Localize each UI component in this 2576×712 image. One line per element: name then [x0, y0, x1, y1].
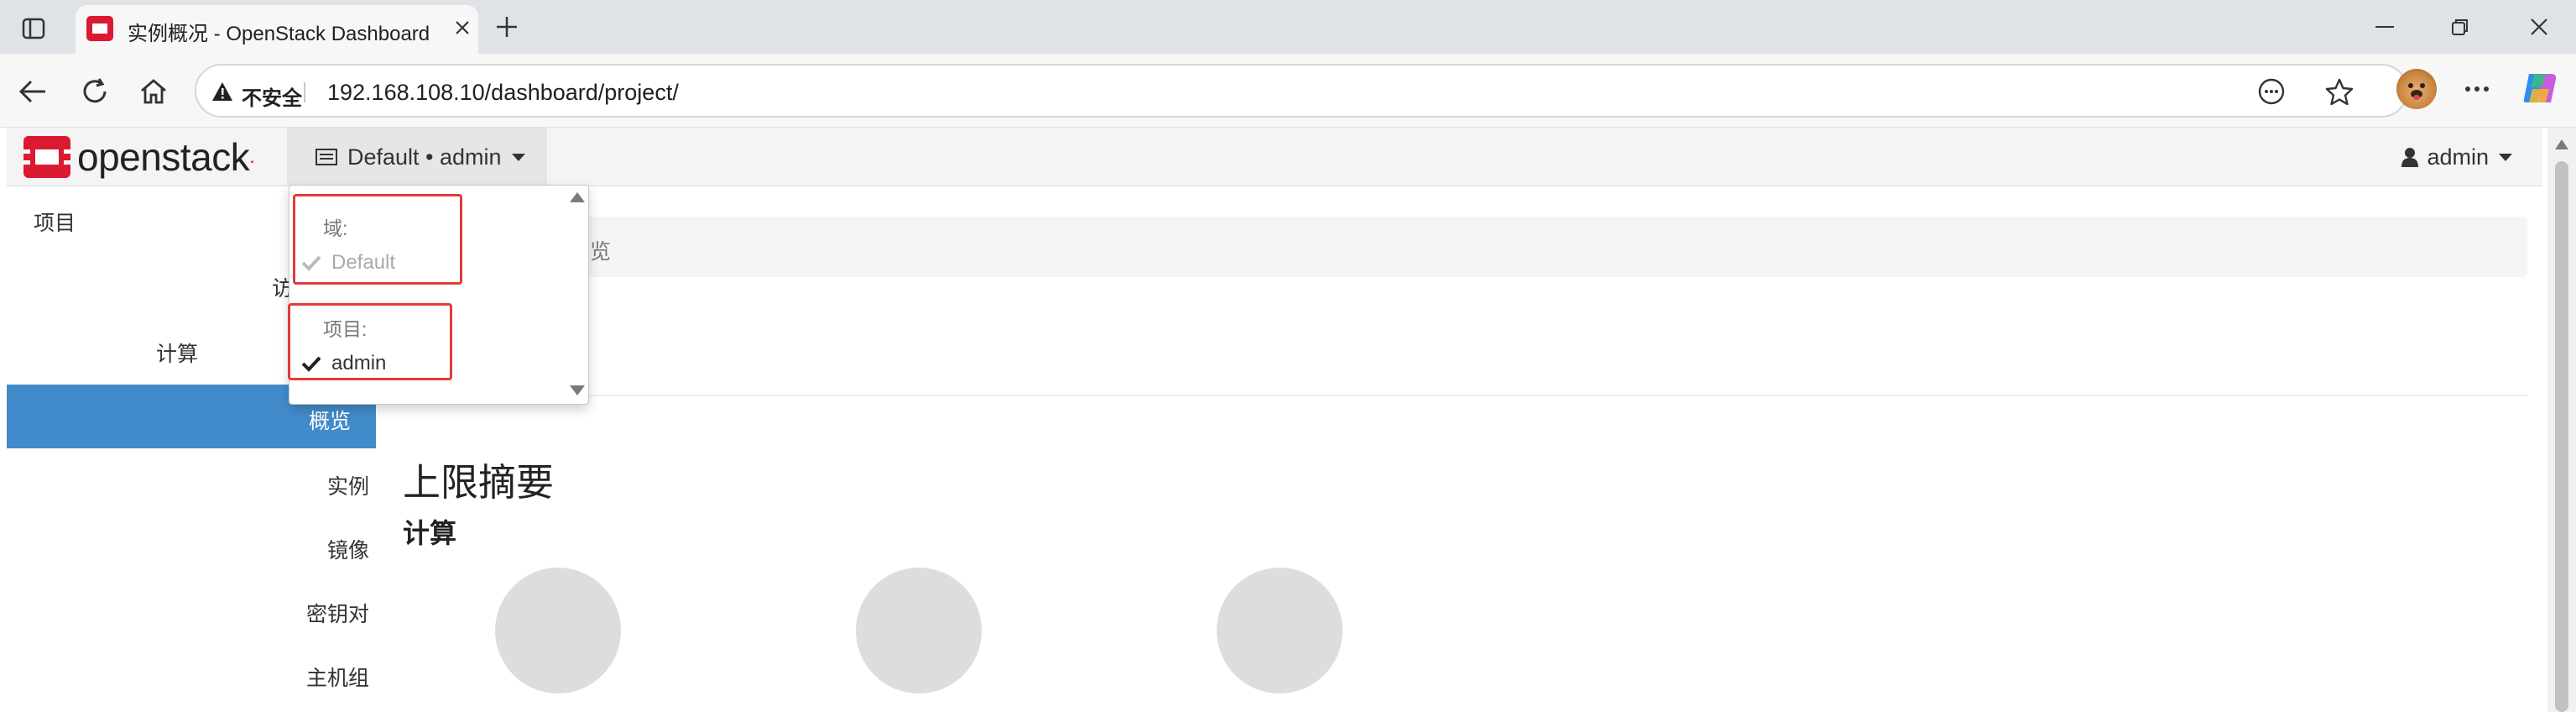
openstack-page: openstack. Default • admin admin 项目 访 计算… [7, 128, 2542, 712]
highlight-box-project [288, 303, 452, 380]
browser-tab-active[interactable]: 实例概况 - OpenStack Dashboard [76, 5, 478, 54]
quota-pie-chart [1217, 568, 1343, 694]
user-menu[interactable]: admin [2401, 128, 2512, 186]
scroll-up-arrow-icon[interactable] [2555, 139, 2568, 149]
sidebar-item-keypairs[interactable]: 密钥对 [306, 598, 369, 628]
new-tab-icon[interactable] [488, 8, 525, 45]
caret-down-icon [511, 153, 525, 161]
user-name: admin [2427, 144, 2489, 170]
openstack-logo-icon [23, 136, 70, 178]
sidebar-item-server-groups[interactable]: 主机组 [306, 662, 369, 692]
sidebar-toggle-icon[interactable] [15, 12, 52, 45]
list-icon [315, 149, 337, 165]
back-arrow-icon[interactable] [13, 72, 52, 111]
sidebar-project[interactable]: 项目 [34, 207, 76, 237]
caret-down-icon [2499, 153, 2512, 161]
address-bar[interactable]: 不安全 192.168.108.10/dashboard/project/ [195, 64, 2408, 118]
address-separator [304, 82, 305, 102]
restore-icon[interactable] [2435, 10, 2485, 44]
context-label: Default • admin [347, 144, 502, 170]
page-header-divider [401, 395, 2527, 396]
browser-tab-strip: 实例概况 - OpenStack Dashboard [0, 0, 2576, 54]
brand-name: openstack [77, 135, 250, 179]
user-icon [2401, 148, 2419, 167]
dropdown-scroll-down-icon[interactable] [570, 385, 585, 395]
openstack-topnav: openstack. Default • admin admin [7, 128, 2542, 186]
more-options-icon[interactable] [2459, 71, 2495, 107]
home-icon[interactable] [134, 72, 173, 111]
sidebar-compute[interactable]: 计算 [156, 338, 198, 368]
openstack-brand[interactable]: openstack. [23, 134, 255, 180]
copilot-icon[interactable] [2521, 69, 2559, 107]
breadcrumb: 概览 [401, 217, 2527, 277]
scrollbar-thumb[interactable] [2555, 161, 2568, 712]
quota-pie-chart [495, 568, 621, 694]
warning-icon[interactable] [211, 81, 233, 102]
sidebar-item-instances[interactable]: 实例 [327, 470, 369, 500]
limit-summary-heading: 上限摘要 [403, 461, 555, 504]
minimize-icon[interactable] [2360, 10, 2410, 44]
sidebar-item-label: 概览 [308, 410, 351, 433]
project-context-selector[interactable]: Default • admin [287, 128, 547, 186]
compute-section-heading: 计算 [403, 518, 457, 548]
close-window-icon[interactable] [2514, 10, 2564, 44]
page-scrollbar[interactable] [2547, 128, 2576, 712]
dropdown-scroll-up-icon[interactable] [570, 192, 585, 202]
brand-mark: . [249, 145, 255, 168]
browser-toolbar: 不安全 192.168.108.10/dashboard/project/ [0, 54, 2576, 128]
security-label[interactable]: 不安全 [242, 81, 302, 111]
highlight-box-domain [293, 194, 462, 285]
reader-mode-icon[interactable] [2257, 77, 2286, 106]
url-text[interactable]: 192.168.108.10/dashboard/project/ [327, 80, 679, 106]
quota-pie-chart [856, 568, 982, 694]
openstack-favicon-icon [86, 15, 114, 42]
tab-close-icon[interactable] [450, 15, 475, 40]
favorite-star-icon[interactable] [2324, 77, 2354, 107]
tab-title: 实例概况 - OpenStack Dashboard [128, 23, 430, 45]
profile-avatar[interactable] [2396, 69, 2437, 109]
sidebar-item-images[interactable]: 镜像 [327, 534, 369, 564]
refresh-icon[interactable] [76, 72, 114, 111]
project-context-dropdown: 域: Default 项目: admin [288, 185, 589, 405]
